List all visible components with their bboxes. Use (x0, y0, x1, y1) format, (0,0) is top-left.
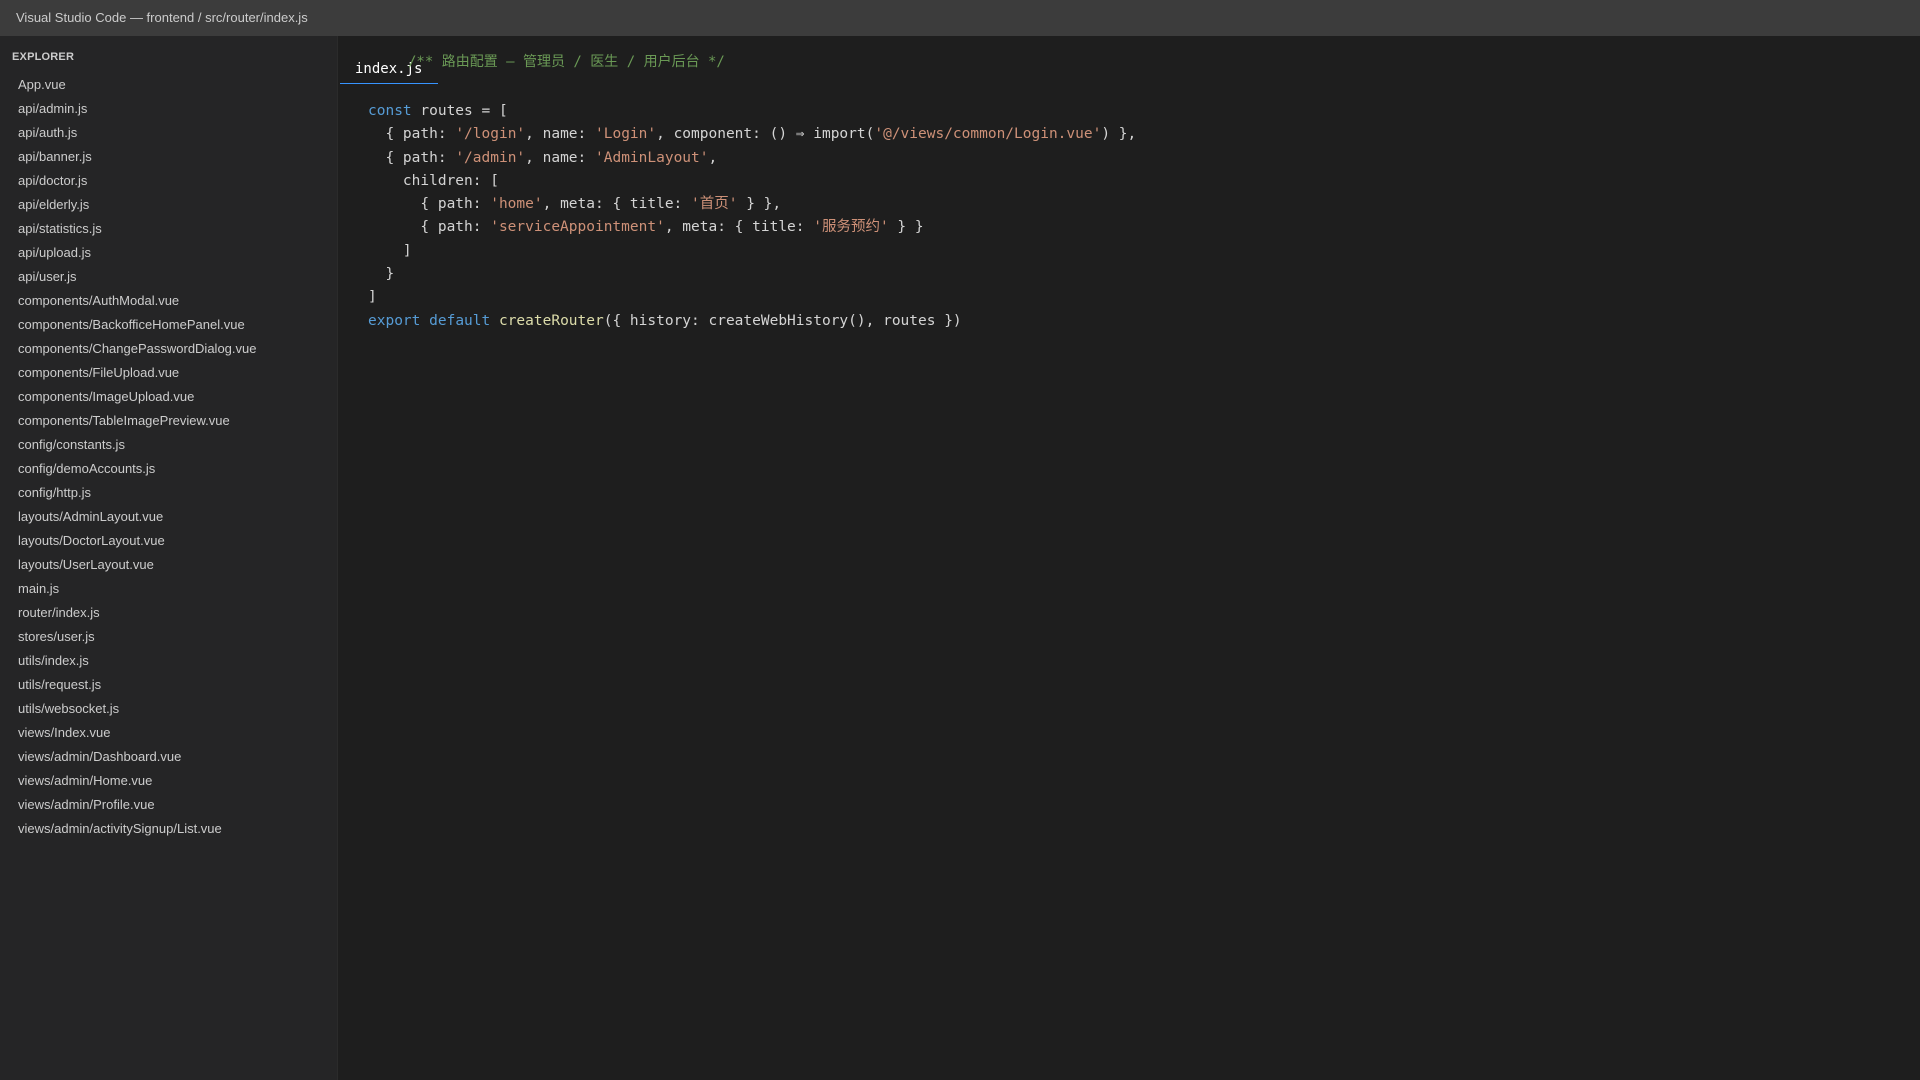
file-item[interactable]: layouts/UserLayout.vue (0, 553, 337, 577)
code-token: '/admin' (455, 149, 526, 166)
file-item[interactable]: api/user.js (0, 265, 337, 289)
code-token: , name: (525, 149, 595, 166)
code-token: createRouter (498, 312, 604, 329)
file-item[interactable]: config/constants.js (0, 433, 337, 457)
code-token: '首页' (691, 196, 738, 213)
file-item[interactable]: views/Index.vue (0, 721, 337, 745)
file-item[interactable]: components/ImageUpload.vue (0, 385, 337, 409)
code-token: default (429, 312, 491, 329)
code-block[interactable]: const routes = [ { path: '/login', name:… (368, 100, 1136, 333)
file-item[interactable]: views/admin/Home.vue (0, 769, 337, 793)
code-token: routes = [ (411, 103, 508, 119)
code-line: { path: '/login', name: 'Login', compone… (368, 123, 1136, 146)
code-token: 'home' (490, 196, 543, 213)
code-token: , (708, 149, 718, 166)
file-item[interactable]: config/demoAccounts.js (0, 457, 337, 481)
file-item[interactable]: views/admin/activitySignup/List.vue (0, 817, 337, 841)
code-token: children: [ (368, 172, 499, 189)
file-item[interactable]: api/banner.js (0, 145, 337, 169)
code-token: '@/views/common/Login.vue' (874, 126, 1102, 143)
code-token: , name: (525, 126, 595, 143)
file-item[interactable]: layouts/DoctorLayout.vue (0, 529, 337, 553)
file-item[interactable]: router/index.js (0, 601, 337, 625)
file-item[interactable]: views/admin/Profile.vue (0, 793, 337, 817)
code-token: ] (368, 242, 412, 259)
editor-area[interactable]: index.js /** 路由配置 — 管理员 / 医生 / 用户后台 */ c… (338, 36, 1920, 1080)
code-token: 'Login' (595, 126, 657, 143)
code-token: , meta: { title: (542, 196, 692, 213)
file-item[interactable]: components/TableImagePreview.vue (0, 409, 337, 433)
file-item[interactable]: components/BackofficeHomePanel.vue (0, 313, 337, 337)
window-title-bar: Visual Studio Code — frontend / src/rout… (0, 0, 1920, 36)
file-item[interactable]: api/statistics.js (0, 217, 337, 241)
file-item[interactable]: config/http.js (0, 481, 337, 505)
code-token: '服务预约' (813, 219, 889, 236)
file-item[interactable]: api/doctor.js (0, 169, 337, 193)
code-token: , component: () ⇒ import( (656, 126, 875, 143)
window-title: Visual Studio Code — frontend / src/rout… (16, 10, 308, 25)
file-item[interactable]: utils/request.js (0, 673, 337, 697)
code-token: 'serviceAppointment' (490, 219, 665, 236)
file-item[interactable]: components/FileUpload.vue (0, 361, 337, 385)
file-item[interactable]: utils/websocket.js (0, 697, 337, 721)
code-token: export (368, 312, 421, 329)
code-line: { path: 'home', meta: { title: '首页' } }, (368, 193, 1136, 216)
code-line: ] (368, 286, 1136, 309)
code-token: } (368, 266, 395, 283)
code-line: } (368, 263, 1136, 286)
code-line: children: [ (368, 170, 1136, 193)
code-token: } }, (737, 196, 782, 213)
code-token: } } (888, 219, 924, 236)
code-token: { path: (368, 149, 456, 166)
code-token: { path: (368, 196, 491, 213)
explorer-sidebar: EXPLORER App.vue api/admin.js api/auth.js a… (0, 36, 338, 1080)
file-item[interactable]: components/AuthModal.vue (0, 289, 337, 313)
code-line: const routes = [ (368, 100, 1136, 123)
file-item[interactable]: utils/index.js (0, 649, 337, 673)
file-item[interactable]: stores/user.js (0, 625, 337, 649)
explorer-header: EXPLORER (12, 51, 75, 63)
code-line: export default createRouter({ history: c… (368, 310, 1136, 333)
code-token: ({ history: createWebHistory(), routes }… (603, 312, 962, 329)
code-token: ) }, (1101, 126, 1137, 143)
file-item[interactable]: api/auth.js (0, 121, 337, 145)
file-item[interactable]: main.js (0, 577, 337, 601)
code-token: ] (368, 289, 377, 306)
code-line: { path: '/admin', name: 'AdminLayout', (368, 147, 1136, 170)
code-token: { path: (368, 126, 456, 143)
code-line: ] (368, 240, 1136, 263)
code-token: , meta: { title: (664, 219, 814, 236)
code-token: { path: (368, 219, 491, 236)
file-item[interactable]: api/upload.js (0, 241, 337, 265)
file-item[interactable]: views/admin/Dashboard.vue (0, 745, 337, 769)
code-token: 'AdminLayout' (595, 149, 709, 166)
file-item[interactable]: App.vue (0, 73, 337, 97)
file-item[interactable]: api/admin.js (0, 97, 337, 121)
code-token: const (368, 103, 412, 119)
code-comment: /** 路由配置 — 管理员 / 医生 / 用户后台 */ (408, 54, 725, 70)
file-item[interactable]: components/ChangePasswordDialog.vue (0, 337, 337, 361)
file-item[interactable]: api/elderly.js (0, 193, 337, 217)
file-item[interactable]: layouts/AdminLayout.vue (0, 505, 337, 529)
file-list: App.vue api/admin.js api/auth.js api/banner… (0, 73, 337, 841)
code-line: { path: 'serviceAppointment', meta: { ti… (368, 216, 1136, 239)
code-token: '/login' (455, 126, 526, 143)
